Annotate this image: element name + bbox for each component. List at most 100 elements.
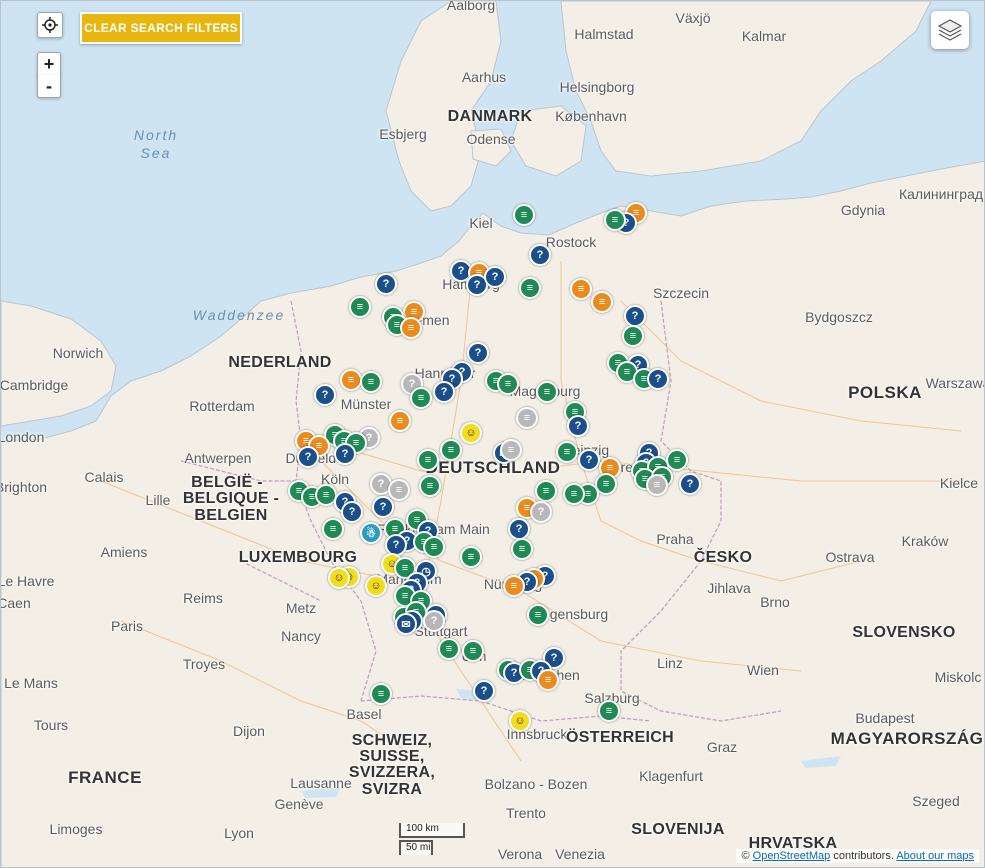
map-marker-green[interactable]: ≡ [440,439,462,461]
map-marker-green[interactable]: ≡ [622,325,644,347]
map-marker-grey[interactable]: ≡ [516,407,538,429]
map-marker-orange[interactable]: ≡ [503,575,525,597]
map-marker-blue[interactable]: ? [433,381,455,403]
openstreetmap-link[interactable]: OpenStreetMap [753,850,831,862]
place-label: Bolzano - Bozen [484,776,588,792]
copyright-symbol: © [741,850,750,862]
map-marker-green[interactable]: ≡ [460,546,482,568]
map-marker-green[interactable]: ≡ [438,638,460,660]
map-marker-yellow[interactable]: ☺ [365,575,387,597]
map-marker-green[interactable]: ≡ [360,371,382,393]
map-marker-green[interactable]: ≡ [419,475,441,497]
map-marker-green[interactable]: ≡ [536,381,558,403]
map-marker-green[interactable]: ≡ [527,604,549,626]
map-marker-orange[interactable]: ≡ [400,317,422,339]
map-marker-green[interactable]: ≡ [513,204,535,226]
place-label: Troyes [182,656,226,672]
map-marker-blue[interactable]: ? [578,449,600,471]
map-marker-blue[interactable]: ? [375,273,397,295]
map-marker-green[interactable]: ≡ [322,518,344,540]
map-marker-green[interactable]: ≡ [349,296,371,318]
place-label: Sea [140,145,172,161]
map-marker-blue[interactable]: ? [334,443,356,465]
map-marker-grey[interactable]: ? [530,501,552,523]
map-marker-blue[interactable]: ? [467,342,489,364]
place-label: DANMARK [447,108,533,125]
map-marker-yellow[interactable]: ☺ [460,422,482,444]
map-marker-orange[interactable]: ≡ [537,669,559,691]
zoom-in-button[interactable]: + [37,52,61,76]
map-marker-green[interactable]: ≡ [511,538,533,560]
map-marker-blue[interactable]: ? [473,680,495,702]
map-marker-grey[interactable]: ? [423,610,445,632]
map-marker-blue[interactable]: ? [679,473,701,495]
map-marker-grey[interactable]: ≡ [500,439,522,461]
map-marker-blue[interactable]: ? [372,496,394,518]
map-marker-green[interactable]: ≡ [423,536,445,558]
locate-button[interactable] [37,12,63,38]
place-label: Kalmar [741,28,787,44]
place-label: Le Havre [0,573,55,589]
map-marker-orange[interactable]: ≡ [570,278,592,300]
map-marker-grey[interactable]: ≡ [388,479,410,501]
map-marker-green[interactable]: ≡ [604,209,626,231]
place-label: Caen [0,595,31,611]
clear-search-filters-button[interactable]: CLEAR SEARCH FILTERS [80,12,242,44]
place-label: SLOVENSKO [852,624,956,641]
place-label: Graz [706,739,738,755]
place-label: SVIZZERA, [348,764,436,781]
map-marker-yellow[interactable]: ☺ [509,710,531,732]
about-our-maps-link[interactable]: About our maps [896,850,974,862]
place-label: Basel [346,706,382,722]
map-marker-grey[interactable]: ≡ [646,474,668,496]
map-marker-blue[interactable]: ? [484,266,506,288]
place-label: BELGIQUE - [182,490,280,507]
place-label: Warszawa [925,375,985,391]
map-marker-green[interactable]: ≡ [666,449,688,471]
map-marker-orange[interactable]: ≡ [591,291,613,313]
layers-button[interactable] [931,11,969,49]
scale-bar: 100 km 50 mi [399,823,465,855]
map-marker-green[interactable]: ≡ [370,683,392,705]
map-marker-blue[interactable]: ? [529,244,551,266]
place-label: ČESKO [693,549,753,566]
map-marker-yellow[interactable]: ☺ [328,567,350,589]
map-marker-green[interactable]: ≡ [497,373,519,395]
place-label: Jihlava [707,580,751,596]
map-marker-blue[interactable]: ? [508,518,530,540]
map-marker-blue[interactable]: ? [341,501,363,523]
map-container[interactable]: Aalborg Växjö Halmstad Kalmar Aarhus Helsingb… [0,0,985,868]
place-label: Kraków [901,533,949,549]
place-label: Tours [33,717,69,733]
map-marker-green[interactable]: ≡ [410,387,432,409]
place-label: Metz [285,600,317,616]
map-marker-green[interactable]: ≡ [563,483,585,505]
map-marker-green[interactable]: ≡ [535,480,557,502]
map-marker-orange[interactable]: ≡ [340,369,362,391]
map-marker-orange[interactable]: ≡ [389,410,411,432]
map-marker-blue[interactable]: ? [314,384,336,406]
map-marker-teal[interactable]: ☃ [360,522,382,544]
map-marker-blue[interactable]: ? [624,305,646,327]
place-label: Norwich [52,345,104,361]
map-marker-blue[interactable]: ? [647,368,669,390]
map-marker-green[interactable]: ≡ [556,441,578,463]
place-label: Szczecin [652,285,710,301]
place-label: Halmstad [574,26,634,42]
place-label: Esbjerg [379,126,427,142]
scale-km: 100 km [399,823,465,838]
zoom-out-button[interactable]: - [37,75,61,98]
place-label: Venezia [555,846,605,862]
place-label: DEUTSCHLAND [425,458,561,477]
map-marker-green[interactable]: ≡ [417,449,439,471]
place-label: FRANCE [68,768,142,787]
map-marker-blue[interactable]: ? [567,415,589,437]
map-marker-green[interactable]: ≡ [519,277,541,299]
map-marker-blue[interactable]: ✉ [395,613,417,635]
map-marker-blue[interactable]: ? [297,446,319,468]
map-marker-green[interactable]: ≡ [462,640,484,662]
place-label: Miskolc [934,669,982,685]
map-marker-green[interactable]: ≡ [598,700,620,722]
place-label: Limoges [49,821,103,837]
place-label: MAGYARORSZÁG [830,729,984,748]
